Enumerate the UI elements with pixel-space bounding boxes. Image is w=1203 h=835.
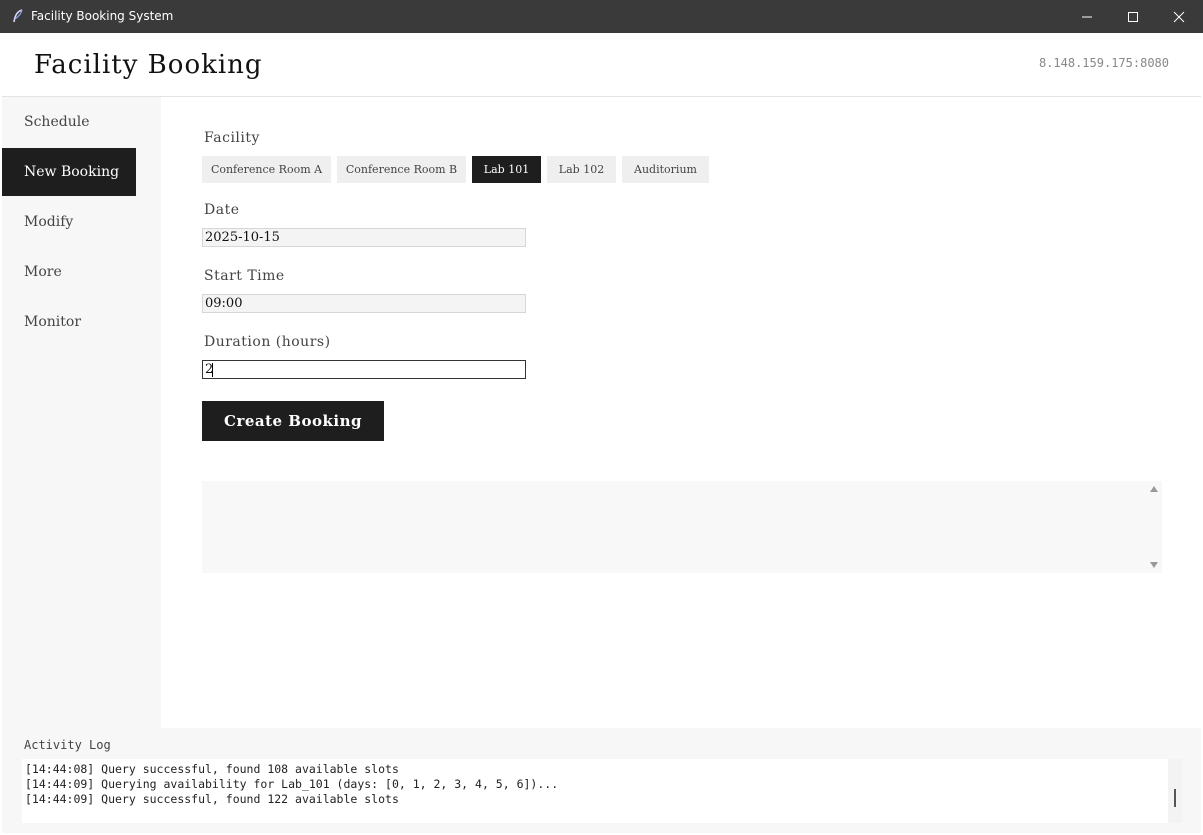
log-scroll-thumb[interactable] [1174, 789, 1176, 807]
sidebar-item-label: More [24, 264, 62, 280]
facility-option-label: Conference Room B [345, 163, 458, 176]
close-button[interactable] [1156, 0, 1202, 33]
title-bar[interactable]: Facility Booking System [0, 0, 1203, 33]
date-field[interactable]: 2025-10-15 [202, 228, 526, 247]
scroll-down-icon[interactable] [1150, 562, 1158, 568]
text-caret [212, 363, 213, 377]
create-booking-label: Create Booking [224, 412, 362, 430]
log-line: [14:44:08] Query successful, found 108 a… [25, 762, 399, 776]
sidebar-item-label: Monitor [24, 314, 82, 330]
maximize-button[interactable] [1110, 0, 1156, 33]
facility-option-label: Lab 102 [558, 163, 605, 176]
sidebar-item-label: Schedule [24, 114, 90, 130]
log-scrollbar[interactable] [1168, 759, 1182, 823]
result-scrollbar[interactable] [1146, 481, 1162, 573]
facility-option-conference-room-b[interactable]: Conference Room B [337, 156, 466, 183]
create-booking-button[interactable]: Create Booking [202, 401, 384, 441]
result-output[interactable] [202, 481, 1162, 573]
duration-label: Duration (hours) [204, 334, 331, 350]
facility-option-conference-room-a[interactable]: Conference Room A [202, 156, 331, 183]
facility-option-auditorium[interactable]: Auditorium [622, 156, 709, 183]
facility-option-label: Conference Room A [210, 163, 323, 176]
feather-icon [13, 9, 23, 23]
log-line: [14:44:09] Querying availability for Lab… [25, 777, 559, 791]
main-panel: Facility Conference Room A Conference Ro… [161, 97, 1201, 728]
sidebar-item-monitor[interactable]: Monitor [2, 298, 136, 346]
app-header: Facility Booking 8.148.159.175:8080 [2, 33, 1201, 97]
start-time-value: 09:00 [205, 296, 243, 311]
activity-log-panel: Activity Log [14:44:08] Query successful… [2, 728, 1201, 833]
page-title: Facility Booking [34, 50, 263, 80]
activity-log-output[interactable]: [14:44:08] Query successful, found 108 a… [22, 759, 1182, 823]
sidebar: Schedule New Booking Modify More Monitor [2, 97, 161, 728]
log-line: [14:44:09] Query successful, found 122 a… [25, 792, 399, 806]
scroll-up-icon[interactable] [1150, 486, 1158, 492]
facility-option-lab-101[interactable]: Lab 101 [472, 156, 541, 183]
start-time-label: Start Time [204, 268, 285, 284]
window-title: Facility Booking System [31, 9, 174, 23]
start-time-field[interactable]: 09:00 [202, 294, 526, 313]
sidebar-item-schedule[interactable]: Schedule [2, 98, 136, 146]
minimize-button[interactable] [1064, 0, 1110, 33]
sidebar-item-new-booking[interactable]: New Booking [2, 148, 136, 196]
minimize-icon [1082, 16, 1092, 18]
sidebar-item-label: New Booking [24, 164, 120, 180]
server-address: 8.148.159.175:8080 [1038, 56, 1169, 70]
sidebar-item-more[interactable]: More [2, 248, 136, 296]
facility-option-label: Lab 101 [483, 163, 530, 176]
date-label: Date [204, 202, 240, 218]
close-icon [1173, 11, 1185, 23]
facility-option-label: Auditorium [634, 163, 697, 176]
facility-option-lab-102[interactable]: Lab 102 [547, 156, 616, 183]
facility-label: Facility [204, 130, 260, 146]
sidebar-item-label: Modify [24, 214, 74, 230]
maximize-icon [1128, 12, 1138, 22]
duration-field[interactable]: 2 [202, 360, 526, 379]
date-value: 2025-10-15 [205, 230, 280, 245]
activity-log-title: Activity Log [24, 738, 111, 752]
sidebar-item-modify[interactable]: Modify [2, 198, 136, 246]
